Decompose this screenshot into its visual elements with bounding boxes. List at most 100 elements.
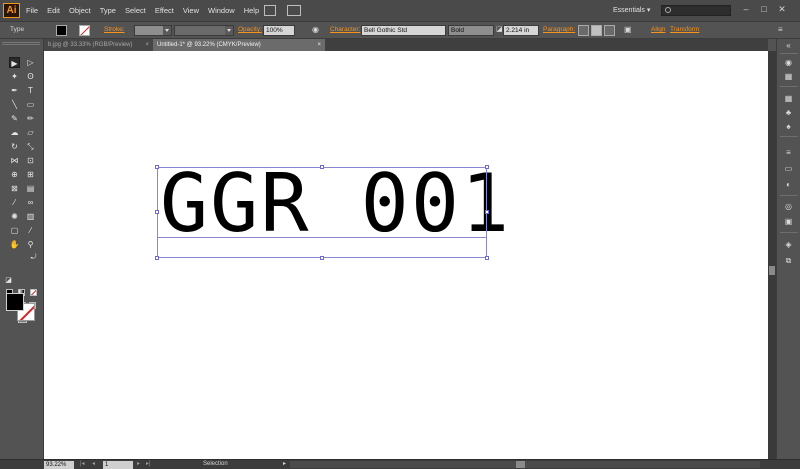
menu-select[interactable]: Select	[125, 6, 146, 15]
menu-type[interactable]: Type	[100, 6, 116, 15]
layers-panel-icon[interactable]: ◈	[783, 240, 794, 250]
rotate-tool-icon[interactable]: ↻	[9, 141, 20, 152]
slice-tool-icon[interactable]: ⁄	[25, 225, 36, 236]
lasso-tool-icon[interactable]: ʘ	[25, 71, 36, 82]
close-icon[interactable]: ×	[145, 39, 149, 51]
fill-color-swatch[interactable]	[56, 25, 67, 36]
tab-untitled-1[interactable]: Untitled-1* @ 93.22% (CMYK/Preview) ×	[153, 39, 325, 51]
last-artboard-button[interactable]: ▸|	[146, 460, 151, 469]
paintbrush-tool-icon[interactable]: ✎	[9, 113, 20, 124]
previous-artboard-button[interactable]: ◂	[92, 460, 95, 469]
next-artboard-button[interactable]: ▸	[137, 460, 140, 469]
pen-tool-icon[interactable]: ✒	[9, 85, 20, 96]
status-menu-button[interactable]: ▸	[283, 460, 286, 469]
vertical-scroll-thumb[interactable]	[769, 266, 775, 275]
first-artboard-button[interactable]: |◂	[80, 460, 85, 469]
handle-middle-left[interactable]	[155, 210, 159, 214]
fill-swatch[interactable]	[6, 293, 24, 311]
stroke-link[interactable]: Stroke:	[104, 26, 125, 33]
artboards-panel-icon[interactable]: ⧉	[783, 256, 794, 266]
menu-view[interactable]: View	[183, 6, 199, 15]
horizontal-scroll-thumb[interactable]	[516, 461, 525, 468]
bridge-icon[interactable]	[264, 5, 276, 16]
gradient-tool-icon[interactable]: ▤	[25, 183, 36, 194]
handle-bottom-center[interactable]	[320, 256, 324, 260]
menu-window[interactable]: Window	[208, 6, 235, 15]
stroke-panel-icon[interactable]: ≡	[783, 148, 794, 158]
maximize-button[interactable]: □	[759, 4, 769, 15]
swatches-panel-icon[interactable]: ▦	[783, 94, 794, 104]
mesh-tool-icon[interactable]: ⊠	[9, 183, 20, 194]
paragraph-link[interactable]: Paragraph:	[543, 26, 575, 33]
pencil-tool-icon[interactable]: ✏	[25, 113, 36, 124]
graphic-style-icon[interactable]: ▣	[624, 25, 632, 34]
close-icon[interactable]: ×	[317, 39, 321, 51]
horizontal-scrollbar[interactable]	[290, 461, 760, 468]
blob-brush-tool-icon[interactable]: ☁	[9, 127, 20, 138]
blend-tool-icon[interactable]: ∞	[25, 197, 36, 208]
appearance-panel-icon[interactable]: ◎	[783, 202, 794, 212]
line-tool-icon[interactable]: ╲	[9, 99, 20, 110]
stroke-color-swatch[interactable]	[79, 25, 90, 36]
handle-bottom-left[interactable]	[155, 256, 159, 260]
none-mode-icon[interactable]	[30, 289, 37, 296]
opacity-link[interactable]: Opacity:	[238, 26, 262, 33]
brushes-panel-icon[interactable]: ♣	[783, 108, 794, 118]
type-tool-icon[interactable]: T	[25, 85, 36, 96]
symbols-panel-icon[interactable]: ♠	[783, 122, 794, 132]
width-tool-icon[interactable]: ⋈	[9, 155, 20, 166]
menu-file[interactable]: File	[26, 6, 38, 15]
align-link[interactable]: Align	[651, 26, 665, 33]
align-right-button[interactable]	[604, 25, 615, 36]
panel-grip[interactable]	[2, 42, 40, 45]
color-guide-panel-icon[interactable]: ▦	[783, 72, 794, 82]
stroke-weight-dropdown[interactable]	[134, 25, 172, 36]
transform-link[interactable]: Transform	[670, 26, 699, 33]
selection-tool-icon[interactable]: ▶	[9, 57, 20, 68]
close-button[interactable]: ✕	[777, 4, 787, 15]
opacity-field[interactable]: 100%	[263, 25, 295, 36]
font-size-field[interactable]: 2.214 in	[503, 25, 539, 36]
font-size-stepper-icon[interactable]: ◪	[496, 25, 503, 33]
shape-builder-tool-icon[interactable]: ⊕	[9, 169, 20, 180]
vertical-scrollbar[interactable]	[768, 51, 776, 459]
column-graph-tool-icon[interactable]: ▥	[25, 211, 36, 222]
font-style-dropdown[interactable]: Bold	[448, 25, 494, 36]
menu-edit[interactable]: Edit	[47, 6, 60, 15]
recolor-artwork-icon[interactable]: ◉	[312, 25, 319, 34]
selection-bounding-box[interactable]	[157, 167, 487, 258]
transparency-panel-icon[interactable]: ◐	[783, 180, 794, 190]
graphic-styles-panel-icon[interactable]: ▣	[783, 217, 794, 227]
variable-width-profile-dropdown[interactable]	[174, 25, 234, 36]
tab-b-jpg[interactable]: b.jpg @ 33.33% (RGB/Preview) ×	[44, 39, 153, 51]
free-transform-tool-icon[interactable]: ⊡	[25, 155, 36, 166]
color-panel-icon[interactable]: ◉	[783, 58, 794, 68]
handle-top-left[interactable]	[155, 165, 159, 169]
gradient-panel-icon[interactable]: ▭	[783, 164, 794, 174]
font-family-dropdown[interactable]: Bell Gothic Std	[361, 25, 446, 36]
search-input[interactable]	[661, 5, 731, 16]
rectangle-tool-icon[interactable]: ▭	[25, 99, 36, 110]
perspective-grid-tool-icon[interactable]: ⊞	[25, 169, 36, 180]
hand-tool-icon[interactable]: ✋	[9, 239, 20, 250]
handle-bottom-right[interactable]	[485, 256, 489, 260]
zoom-level-field[interactable]: 93.22%	[44, 461, 74, 469]
menu-help[interactable]: Help	[244, 6, 259, 15]
align-left-button[interactable]	[578, 25, 589, 36]
zoom-tool-icon[interactable]: ⚲	[25, 239, 36, 250]
magic-wand-tool-icon[interactable]: ✦	[9, 71, 20, 82]
default-fill-stroke-icon[interactable]: ◪	[3, 275, 14, 286]
collapse-dock-icon[interactable]: «	[783, 41, 794, 51]
symbol-sprayer-tool-icon[interactable]: ✺	[9, 211, 20, 222]
handle-top-right[interactable]	[485, 165, 489, 169]
handle-top-center[interactable]	[320, 165, 324, 169]
eraser-tool-icon[interactable]: ▱	[25, 127, 36, 138]
arrange-documents-icon[interactable]	[287, 5, 301, 16]
minimize-button[interactable]: –	[741, 4, 751, 15]
character-link[interactable]: Character:	[330, 26, 360, 33]
artboard-tool-icon[interactable]: ▢	[9, 225, 20, 236]
workspace-switcher[interactable]: Essentials ▾	[613, 6, 650, 14]
menu-object[interactable]: Object	[69, 6, 91, 15]
align-center-button[interactable]	[591, 25, 602, 36]
handle-middle-right[interactable]	[485, 210, 489, 214]
